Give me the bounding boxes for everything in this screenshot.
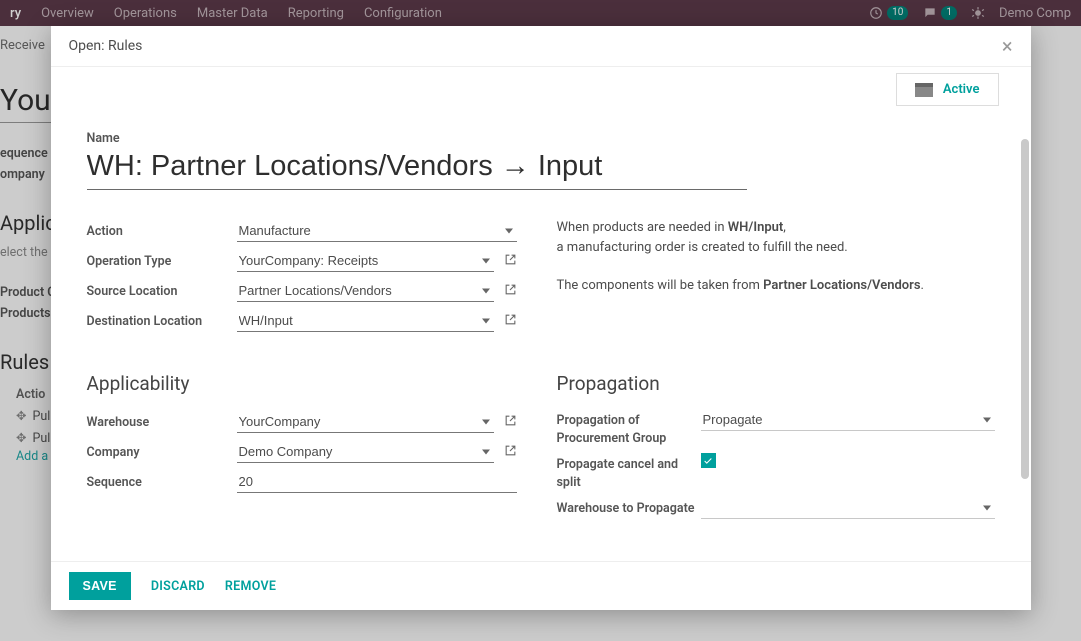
warehouse-select[interactable] <box>237 411 494 433</box>
remove-button[interactable]: REMOVE <box>225 579 276 594</box>
discard-button[interactable]: DISCARD <box>151 579 205 594</box>
destination-location-select[interactable] <box>237 310 494 332</box>
propagation-heading: Propagation <box>557 372 995 395</box>
external-link-icon[interactable] <box>504 444 517 461</box>
modal-footer: SAVE DISCARD REMOVE <box>51 561 1031 610</box>
propagation-group-label: Propagation of Procurement Group <box>557 409 701 447</box>
external-link-icon[interactable] <box>504 253 517 270</box>
source-location-select[interactable] <box>237 280 494 302</box>
applicability-heading: Applicability <box>87 372 517 395</box>
propagation-group-select[interactable] <box>701 409 995 431</box>
propagate-cancel-label: Propagate cancel and split <box>557 453 701 491</box>
modal-title: Open: Rules <box>69 38 143 54</box>
archive-icon <box>915 83 933 97</box>
warehouse-label: Warehouse <box>87 415 237 430</box>
company-label: Company <box>87 445 237 460</box>
name-input[interactable] <box>87 148 747 190</box>
operation-type-label: Operation Type <box>87 254 237 269</box>
name-label: Name <box>87 131 995 146</box>
active-status-label: Active <box>943 82 980 97</box>
source-location-label: Source Location <box>87 284 237 299</box>
operation-type-select[interactable] <box>237 250 494 272</box>
propagate-cancel-checkbox[interactable] <box>701 453 716 468</box>
warehouse-propagate-label: Warehouse to Propagate <box>557 497 701 518</box>
sequence-input[interactable] <box>237 471 517 493</box>
sequence-label: Sequence <box>87 475 237 490</box>
company-select[interactable] <box>237 441 494 463</box>
active-status-button[interactable]: Active <box>896 73 999 106</box>
modal-body: Active Name Action <box>51 66 1031 561</box>
warehouse-propagate-select[interactable] <box>701 497 995 519</box>
external-link-icon[interactable] <box>504 414 517 431</box>
save-button[interactable]: SAVE <box>69 572 131 600</box>
external-link-icon[interactable] <box>504 313 517 330</box>
action-label: Action <box>87 224 237 239</box>
action-select[interactable] <box>237 220 517 242</box>
modal-overlay: Open: Rules × Active Name Action <box>0 0 1081 641</box>
rule-description: When products are needed in WH/Input, a … <box>557 218 995 296</box>
rules-modal: Open: Rules × Active Name Action <box>51 26 1031 610</box>
scrollbar-thumb[interactable] <box>1021 139 1029 479</box>
destination-location-label: Destination Location <box>87 314 237 329</box>
external-link-icon[interactable] <box>504 283 517 300</box>
close-icon[interactable]: × <box>1002 39 1013 53</box>
modal-header: Open: Rules × <box>51 26 1031 66</box>
